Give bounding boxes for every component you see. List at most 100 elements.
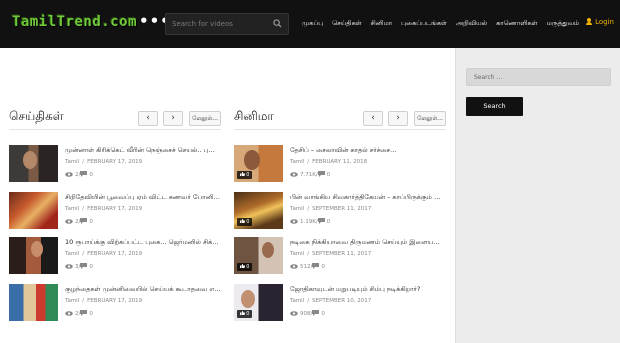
menu-item-cinema[interactable]: சினிமா — [371, 19, 393, 28]
cinema-thumbnail[interactable]: 0 — [234, 145, 283, 182]
menu-item-home[interactable]: முகப்பு — [302, 19, 323, 28]
cinema-item-title[interactable]: பின் வாங்கிய சிவகார்த்திகேயன் – காப்பிரு… — [290, 193, 446, 202]
comment-icon — [80, 263, 88, 269]
item-stats: 2/0 — [65, 310, 93, 317]
news-thumbnail[interactable] — [9, 145, 58, 182]
item-date: SEPTEMBER 10, 2017 — [312, 298, 372, 304]
badge-count: 0 — [246, 219, 250, 225]
cinema-item-title[interactable]: தேசிப் – சைலாவின் காதல் சர்ச்சை... — [290, 146, 446, 155]
eye-icon — [290, 172, 298, 177]
menu-item-videos[interactable]: காணொளிகள் — [496, 19, 538, 28]
list-item: 0 ஜோதிகாவுடன் மறுபடியும் சிம்பு நடிக்கிற… — [234, 284, 446, 324]
item-date: FEBRUARY 17, 2019 — [87, 206, 143, 212]
comment-icon — [317, 171, 325, 177]
list-item: 0 தேசிப் – சைலாவின் காதல் சர்ச்சை... Tam… — [234, 145, 446, 185]
eye-icon — [290, 264, 298, 269]
cinema-thumbnail[interactable]: 0 — [234, 284, 283, 321]
search-icon[interactable] — [273, 19, 282, 28]
news-next-button[interactable]: › — [163, 111, 183, 126]
list-item: 0 பின் வாங்கிய சிவகார்த்திகேயன் – காப்பி… — [234, 192, 446, 232]
item-meta: Tamil / SEPTEMBER 11, 2017 — [290, 251, 372, 257]
badge-count: 0 — [246, 264, 250, 270]
comment-count: 0 — [321, 311, 325, 317]
cinema-item-title[interactable]: நடிகை நிக்கியாவை திருமணம் செய்யும் இளையம… — [290, 238, 446, 247]
news-prev-button[interactable]: ‹ — [138, 111, 158, 126]
comment-count: 0 — [89, 311, 93, 317]
item-date: FEBRUARY 17, 2019 — [87, 298, 143, 304]
view-count: 908 — [300, 311, 311, 317]
news-section: செய்திகள் ‹ › மேலும்... முன்னாள் கிரிக்க… — [9, 108, 221, 321]
comment-icon — [312, 310, 320, 316]
item-date: SEPTEMBER 11, 2017 — [312, 206, 372, 212]
item-author[interactable]: Tamil — [65, 159, 79, 165]
menu-item-science[interactable]: அறிவியல் — [456, 19, 487, 28]
comment-count: 0 — [89, 172, 93, 178]
item-author[interactable]: Tamil — [65, 251, 79, 257]
item-stats: 1.19K/0 — [290, 218, 330, 225]
header-search-input[interactable] — [172, 17, 270, 31]
menu-item-photos[interactable]: புகைப்படங்கள் — [401, 19, 447, 28]
news-item-title[interactable]: 10 ரூபாய்க்கு விற்கப்பட்ட புகை... ஜெர்மன… — [65, 238, 221, 247]
item-meta: Tamil / FEBRUARY 17, 2019 — [65, 206, 143, 212]
item-author[interactable]: Tamil — [290, 159, 304, 165]
item-meta: Tamil / FEBRUARY 17, 2019 — [65, 251, 143, 257]
comment-icon — [317, 218, 325, 224]
cinema-next-button[interactable]: › — [388, 111, 408, 126]
news-thumbnail[interactable] — [9, 237, 58, 274]
item-stats: 2/0 — [65, 218, 93, 225]
eye-icon — [65, 264, 73, 269]
cinema-item-title[interactable]: ஜோதிகாவுடன் மறுபடியும் சிம்பு நடிக்கிறார… — [290, 285, 446, 294]
item-author[interactable]: Tamil — [290, 251, 304, 257]
view-count: 512 — [300, 264, 311, 270]
comment-count: 0 — [89, 264, 93, 270]
item-meta: Tamil / FEBRUARY 17, 2019 — [65, 159, 143, 165]
item-meta: Tamil / FEBRUARY 11, 2018 — [290, 159, 368, 165]
header-search — [165, 13, 289, 35]
list-item: சிறிதேவியின் பூவைப்பு ஏம் விட்ட கணவர் போ… — [9, 192, 221, 232]
item-author[interactable]: Tamil — [65, 206, 79, 212]
item-author[interactable]: Tamil — [65, 298, 79, 304]
eye-icon — [290, 219, 298, 224]
main-menu: முகப்பு செய்திகள் சினிமா புகைப்படங்கள் அ… — [302, 19, 588, 28]
item-date: FEBRUARY 11, 2018 — [312, 159, 368, 165]
thumbs-up-icon — [239, 264, 245, 268]
comment-count: 0 — [89, 219, 93, 225]
badge-count: 0 — [246, 311, 250, 317]
news-more-button[interactable]: மேலும்... — [189, 111, 221, 126]
login-link[interactable]: Login — [586, 18, 614, 26]
menu-item-medicine[interactable]: மருத்துவம் — [547, 19, 580, 28]
item-author[interactable]: Tamil — [290, 206, 304, 212]
cinema-more-button[interactable]: மேலும்... — [414, 111, 446, 126]
item-stats: 2/0 — [65, 171, 93, 178]
news-thumbnail[interactable] — [9, 284, 58, 321]
site-logo[interactable]: TamilTrend.com — [12, 14, 137, 30]
list-item: குழந்தைகள் முன்னிலையில் செய்யக் கூடாதவை … — [9, 284, 221, 324]
comment-icon — [80, 310, 88, 316]
menu-item-news[interactable]: செய்திகள் — [332, 19, 362, 28]
sidebar-search-input[interactable] — [466, 68, 611, 86]
list-item: முன்னாள் கிரிக்கெட் வீரின் நெஞ்சைச் செயல… — [9, 145, 221, 185]
comment-count: 0 — [321, 264, 325, 270]
cinema-thumbnail[interactable]: 0 — [234, 237, 283, 274]
thumbnail-badge: 0 — [237, 310, 252, 318]
cinema-thumbnail[interactable]: 0 — [234, 192, 283, 229]
thumbs-up-icon — [239, 172, 245, 176]
item-stats: 512/0 — [290, 263, 325, 270]
news-thumbnail[interactable] — [9, 192, 58, 229]
comment-icon — [312, 263, 320, 269]
cinema-prev-button[interactable]: ‹ — [363, 111, 383, 126]
item-stats: 908/0 — [290, 310, 325, 317]
cinema-section: சினிமா ‹ › மேலும்... 0 தேசிப் – சைலாவின்… — [234, 108, 446, 321]
sidebar-search-button[interactable]: Search — [466, 97, 523, 116]
news-section-header: செய்திகள் ‹ › மேலும்... — [9, 108, 221, 130]
eye-icon — [65, 311, 73, 316]
item-date: FEBRUARY 17, 2019 — [87, 251, 143, 257]
badge-count: 0 — [246, 172, 250, 178]
news-item-title[interactable]: சிறிதேவியின் பூவைப்பு ஏம் விட்ட கணவர் போ… — [65, 193, 221, 202]
item-meta: Tamil / SEPTEMBER 11, 2017 — [290, 206, 372, 212]
cinema-section-title: சினிமா — [234, 109, 274, 123]
view-count: 1.19K — [300, 219, 316, 225]
news-item-title[interactable]: குழந்தைகள் முன்னிலையில் செய்யக் கூடாதவை … — [65, 285, 221, 294]
item-author[interactable]: Tamil — [290, 298, 304, 304]
news-item-title[interactable]: முன்னாள் கிரிக்கெட் வீரின் நெஞ்சைச் செயல… — [65, 146, 221, 155]
